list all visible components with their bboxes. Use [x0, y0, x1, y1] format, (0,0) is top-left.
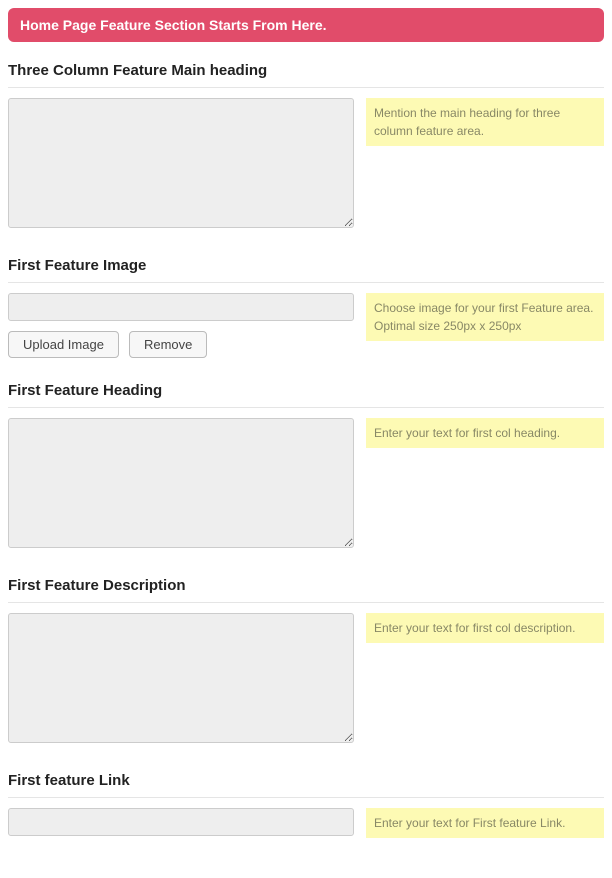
hint-first-description: Enter your text for first col descriptio…	[366, 613, 604, 643]
field-main-heading: Three Column Feature Main heading Mentio…	[8, 62, 604, 233]
hint-first-heading: Enter your text for first col heading.	[366, 418, 604, 448]
field-first-heading: First Feature Heading Enter your text fo…	[8, 382, 604, 553]
remove-image-button[interactable]: Remove	[129, 331, 207, 358]
main-heading-textarea[interactable]	[8, 98, 354, 228]
section-banner: Home Page Feature Section Starts From He…	[8, 8, 604, 42]
field-label-first-image: First Feature Image	[8, 257, 604, 283]
hint-main-heading: Mention the main heading for three colum…	[366, 98, 604, 146]
first-description-textarea[interactable]	[8, 613, 354, 743]
field-label-first-heading: First Feature Heading	[8, 382, 604, 408]
field-first-description: First Feature Description Enter your tex…	[8, 577, 604, 748]
field-label-main-heading: Three Column Feature Main heading	[8, 62, 604, 88]
field-label-first-link: First feature Link	[8, 772, 604, 798]
first-link-input[interactable]	[8, 808, 354, 836]
hint-first-link: Enter your text for First feature Link.	[366, 808, 604, 838]
field-label-first-description: First Feature Description	[8, 577, 604, 603]
field-first-image: First Feature Image Upload Image Remove …	[8, 257, 604, 358]
first-heading-textarea[interactable]	[8, 418, 354, 548]
field-first-link: First feature Link Enter your text for F…	[8, 772, 604, 838]
upload-image-button[interactable]: Upload Image	[8, 331, 119, 358]
hint-first-image: Choose image for your first Feature area…	[366, 293, 604, 341]
first-image-input[interactable]	[8, 293, 354, 321]
